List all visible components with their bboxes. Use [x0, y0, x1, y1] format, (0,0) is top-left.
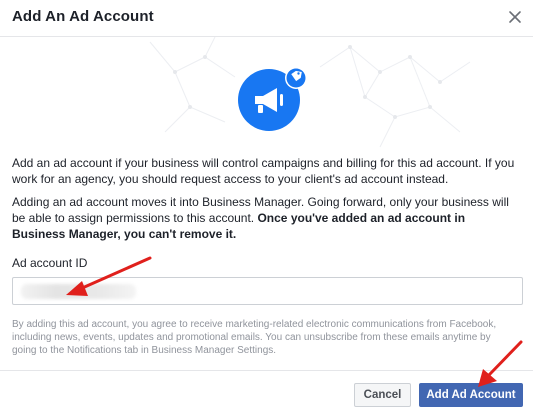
warning-paragraph: Adding an ad account moves it into Busin… [12, 194, 517, 242]
tag-icon [285, 67, 307, 89]
add-ad-account-button[interactable]: Add Ad Account [419, 383, 523, 407]
add-ad-account-dialog: Add An Ad Account Add an ad account if y… [0, 0, 533, 415]
redacted-value [21, 284, 136, 299]
dialog-title: Add An Ad Account [12, 8, 154, 25]
ad-account-id-label: Ad account ID [12, 256, 88, 270]
intro-paragraph: Add an ad account if your business will … [12, 156, 515, 186]
cancel-button[interactable]: Cancel [354, 383, 411, 407]
ad-account-id-input[interactable] [12, 277, 523, 305]
megaphone-icon [238, 67, 307, 131]
close-icon[interactable] [506, 8, 524, 26]
marketing-disclaimer: By adding this ad account, you agree to … [12, 319, 497, 356]
dialog-header: Add An Ad Account [0, 0, 533, 37]
